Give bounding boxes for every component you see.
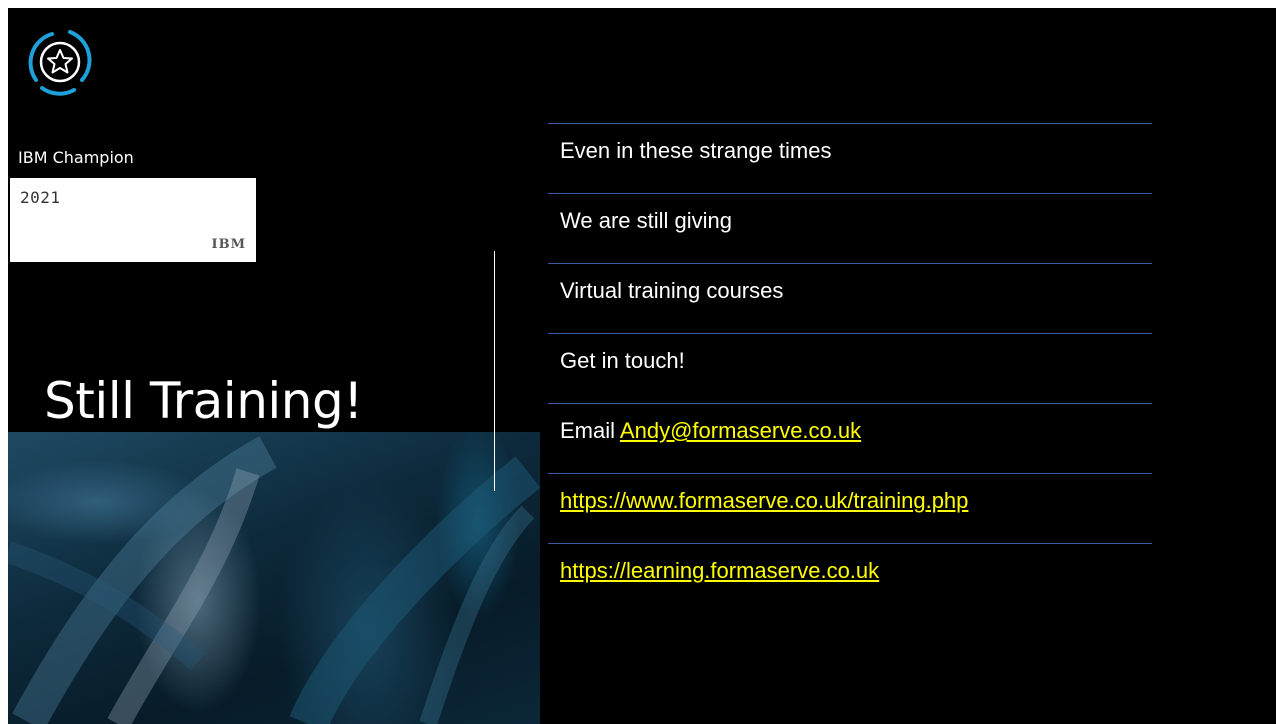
vertical-divider <box>494 251 495 491</box>
email-prefix: Email <box>560 418 620 443</box>
info-list: Even in these strange times We are still… <box>548 123 1152 613</box>
list-item: Virtual training courses <box>548 263 1152 333</box>
email-line: Email Andy@formaserve.co.uk <box>560 418 861 444</box>
list-item-text: We are still giving <box>560 208 732 233</box>
list-item-training-link: https://www.formaserve.co.uk/training.ph… <box>548 473 1152 543</box>
badge-year: 2021 <box>20 188 61 207</box>
email-link[interactable]: Andy@formaserve.co.uk <box>620 418 861 443</box>
training-line: https://www.formaserve.co.uk/training.ph… <box>560 488 968 514</box>
ibm-logo: IBM <box>211 237 246 252</box>
list-item: We are still giving <box>548 193 1152 263</box>
list-item: Get in touch! <box>548 333 1152 403</box>
list-item-learning-link: https://learning.formaserve.co.uk <box>548 543 1152 613</box>
learning-link[interactable]: https://learning.formaserve.co.uk <box>560 558 879 583</box>
list-item-text: Even in these strange times <box>560 138 832 163</box>
list-item-text: Virtual training courses <box>560 278 784 303</box>
list-item-text: Get in touch! <box>560 348 685 373</box>
champion-badge: 2021 IBM <box>10 178 256 262</box>
slide: IBM Champion 2021 IBM Still Training! Ev… <box>8 8 1276 724</box>
background-ribbons <box>8 436 540 724</box>
champion-label: IBM Champion <box>18 148 134 167</box>
star-badge-icon <box>28 30 92 96</box>
list-item: Even in these strange times <box>548 123 1152 193</box>
learning-line: https://learning.formaserve.co.uk <box>560 558 879 584</box>
slide-title: Still Training! <box>44 372 363 430</box>
training-link[interactable]: https://www.formaserve.co.uk/training.ph… <box>560 488 968 513</box>
list-item-email: Email Andy@formaserve.co.uk <box>548 403 1152 473</box>
